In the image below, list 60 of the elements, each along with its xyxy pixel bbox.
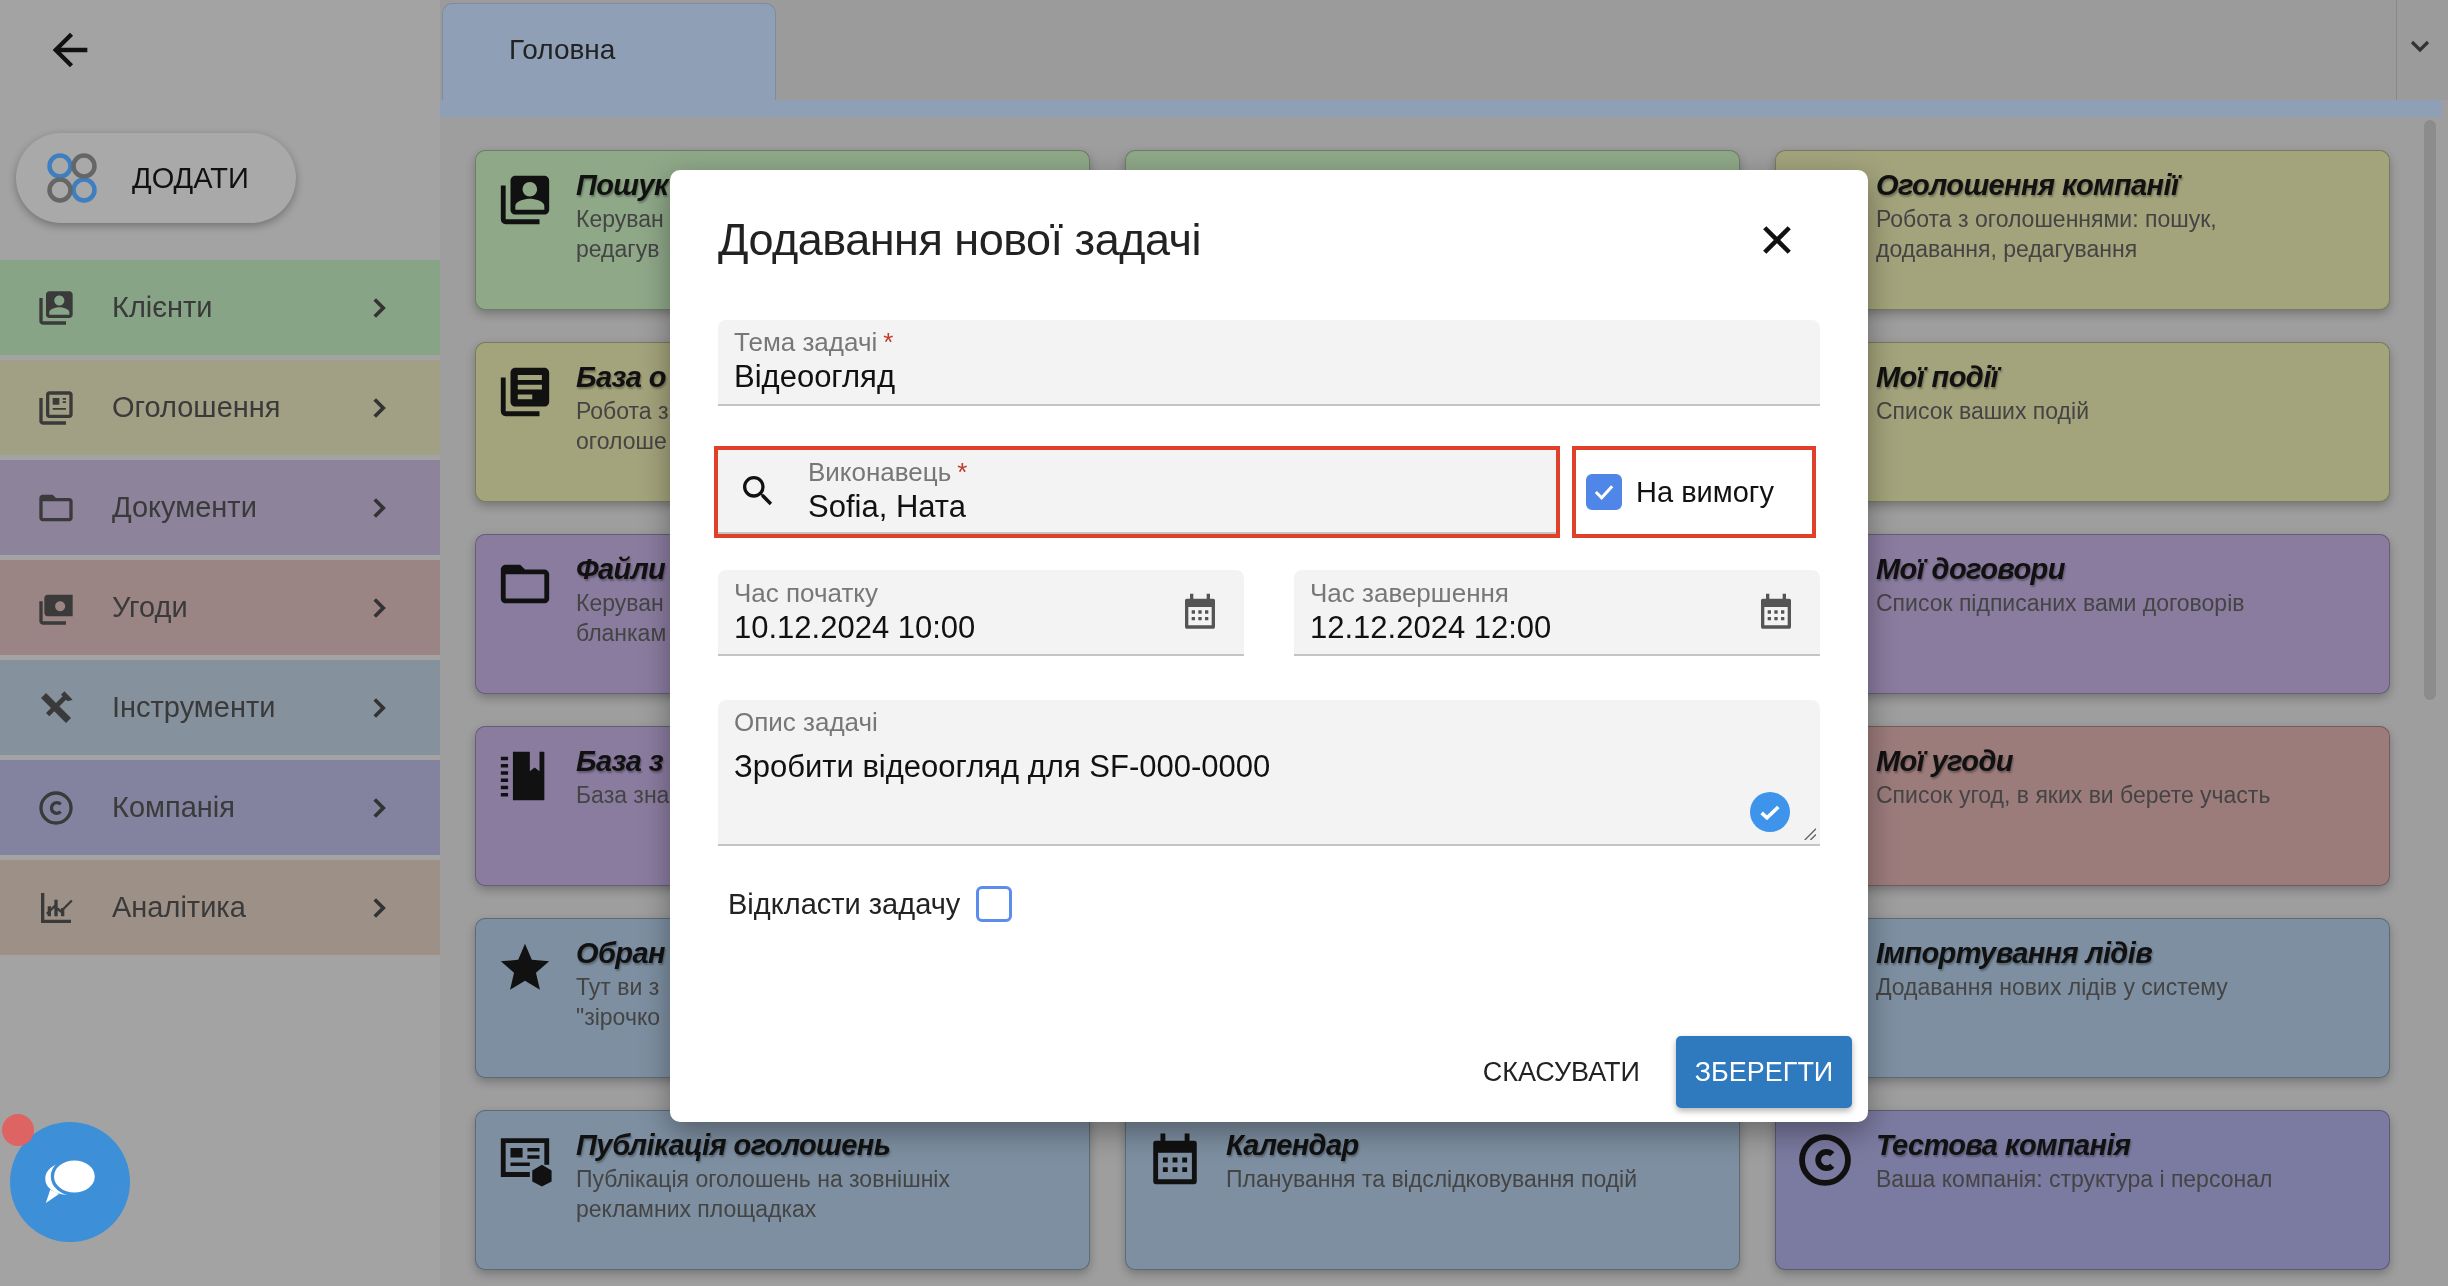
card-title: База з <box>576 745 664 778</box>
resize-handle-icon[interactable] <box>1802 826 1816 840</box>
tab[interactable]: Головна <box>442 3 776 100</box>
sidebar-item-label: Інструменти <box>112 691 277 724</box>
card-title: Файли <box>576 553 667 586</box>
sidebar-item-label: Документи <box>112 491 258 524</box>
sidebar-item[interactable]: Документи <box>0 460 440 555</box>
sidebar-item[interactable]: Аналітика <box>0 860 440 955</box>
sidebar-item[interactable]: Клієнти <box>0 260 440 355</box>
card-description: Робота з оголошеннями: пошук, додавання, редагування <box>1876 205 2217 264</box>
copyright-icon <box>1796 1131 1854 1189</box>
add-button[interactable]: ДОДАТИ <box>16 133 296 223</box>
sidebar-item-label: Компанія <box>112 791 236 824</box>
card-title: База о <box>576 361 667 394</box>
card-title: Імпортування лідів <box>1876 937 2154 970</box>
description-field[interactable]: Опис задачі Зробити відеоогляд для SF-000-0000 <box>718 700 1820 846</box>
sidebar-item-label: Аналітика <box>112 891 247 924</box>
sidebar-item[interactable]: Компанія <box>0 760 440 855</box>
on-demand-checkbox[interactable] <box>1586 474 1622 510</box>
sidebar-item-label: Клієнти <box>112 291 214 324</box>
card-title: Мої угоди <box>1876 745 2014 778</box>
card-description: Тут ви з "зірочко <box>576 973 661 1032</box>
notification-dot <box>2 1114 34 1146</box>
sidebar-item-label: Оголошення <box>112 391 282 424</box>
sidebar-item[interactable]: Оголошення <box>0 360 440 455</box>
card-title: Тестова компанія <box>1876 1129 2132 1162</box>
card-description: База зна <box>576 781 670 810</box>
card-title: Пошук <box>576 169 669 202</box>
card-description: Керуван бланкам <box>576 589 667 648</box>
postpone-checkbox[interactable] <box>976 886 1013 922</box>
postpone-label: Відкласти задачу <box>728 887 961 921</box>
card-description: Ваша компанія: структура і персонал <box>1876 1165 2273 1194</box>
card-title: Календар <box>1226 1129 1360 1162</box>
card-title: Мої події <box>1876 361 2089 394</box>
card-title: Оголошення компанії <box>1876 169 2217 202</box>
card-description: Додавання нових лідів у систему <box>1876 973 2228 1002</box>
card-title: Обран <box>576 937 665 970</box>
card-title: Мої договори <box>1876 553 2066 586</box>
card-description: Список підписаних вами договорів <box>1876 589 2245 618</box>
card-title: Публікація оголошень <box>576 1129 892 1162</box>
save-button[interactable]: ЗБЕРЕГТИ <box>1676 1036 1852 1108</box>
on-demand-label: На вимогу <box>1636 475 1774 509</box>
menu-card[interactable]: Публікація оголошень Публікація оголошень на зовнішніх рекламних площадках <box>475 1110 1090 1270</box>
cancel-button[interactable]: СКАСУВАТИ <box>1476 1046 1646 1098</box>
card-description: Список ваших подій <box>1876 397 2089 426</box>
card-description: Робота з оголоше <box>576 397 669 456</box>
check-circle-icon <box>1750 792 1790 832</box>
start-time-field[interactable]: Час початку 10.12.2024 10:00 <box>718 570 1244 656</box>
card-description: Публікація оголошень на зовнішніх рекламних площадках <box>576 1165 950 1224</box>
assignee-field[interactable]: Виконавець * Sofia, Ната <box>718 450 1556 534</box>
end-time-field[interactable]: Час завершення 12.12.2024 12:00 <box>1294 570 1820 656</box>
card-description: Планування та відслідковування подій <box>1226 1165 1638 1194</box>
menu-card[interactable]: Тестова компанія Ваша компанія: структура і персонал <box>1775 1110 2390 1270</box>
sidebar-item[interactable]: Угоди <box>0 560 440 655</box>
card-description: Керуван редагув <box>576 205 665 264</box>
sidebar-item[interactable]: Інструменти <box>0 660 440 755</box>
sidebar-item-label: Угоди <box>112 591 189 624</box>
dialog-title: Додавання нової задачі <box>718 214 1201 266</box>
topic-field[interactable]: Тема задачі * Відеоогляд <box>718 320 1820 406</box>
card-description: Список угод, в яких ви берете участь <box>1876 781 2271 810</box>
